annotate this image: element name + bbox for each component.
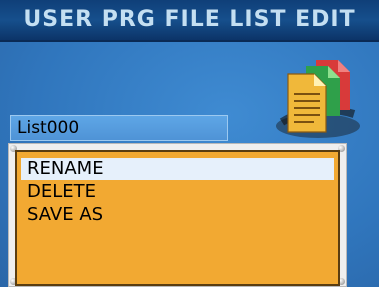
title-bar: USER PRG FILE LIST EDIT <box>0 0 379 42</box>
menu-item-save-as[interactable]: SAVE AS <box>21 204 334 226</box>
file-name-value: List000 <box>17 118 80 138</box>
menu-frame: RENAME DELETE SAVE AS <box>8 143 347 287</box>
screen: USER PRG FILE LIST EDIT List000 RENAME D… <box>0 0 379 287</box>
menu-item-rename[interactable]: RENAME <box>21 158 334 180</box>
page-title: USER PRG FILE LIST EDIT <box>23 7 356 32</box>
documents-icon <box>276 60 360 138</box>
menu-item-delete[interactable]: DELETE <box>21 181 334 203</box>
menu-list: RENAME DELETE SAVE AS <box>15 150 340 286</box>
file-name-field[interactable]: List000 <box>10 115 228 141</box>
